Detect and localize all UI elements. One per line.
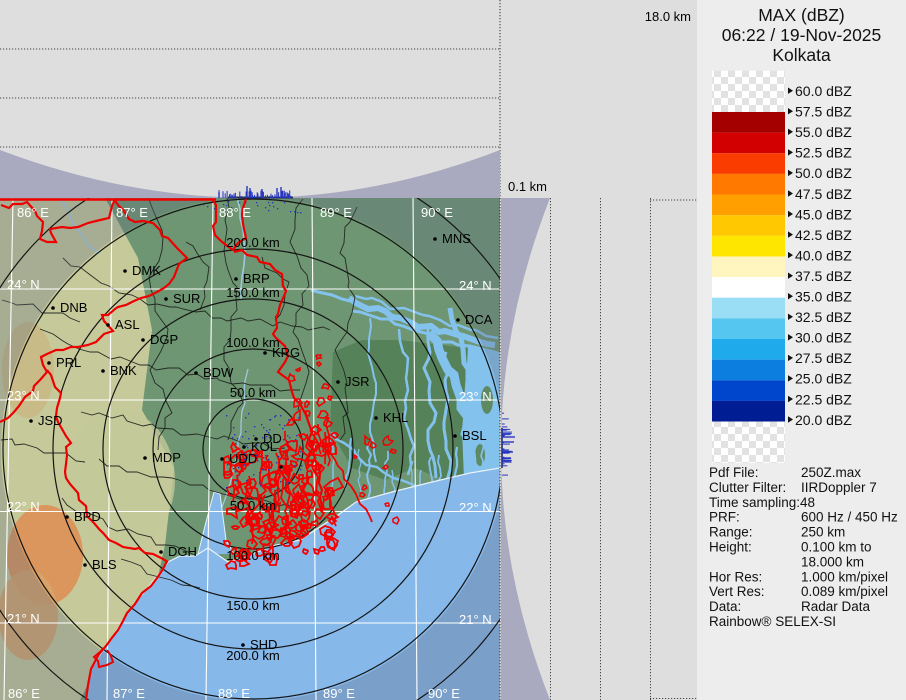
- svg-text:57.5 dBZ: 57.5 dBZ: [795, 104, 852, 120]
- svg-text:22° N: 22° N: [459, 500, 492, 515]
- svg-text:23° N: 23° N: [459, 389, 492, 404]
- svg-text:DNB: DNB: [60, 300, 87, 315]
- svg-text:0.1 km: 0.1 km: [508, 179, 547, 194]
- svg-text:24° N: 24° N: [459, 278, 492, 293]
- svg-text:600 Hz / 450 Hz: 600 Hz / 450 Hz: [801, 510, 898, 525]
- svg-text:Radar Data: Radar Data: [801, 599, 871, 614]
- svg-text:40.0 dBZ: 40.0 dBZ: [795, 247, 852, 263]
- svg-text:90° E: 90° E: [421, 205, 453, 220]
- svg-text:JSR: JSR: [345, 374, 370, 389]
- svg-text:250 km: 250 km: [801, 525, 845, 540]
- svg-text:22° N: 22° N: [7, 499, 40, 514]
- svg-text:BNK: BNK: [110, 363, 137, 378]
- svg-text:PRF:: PRF:: [709, 510, 740, 525]
- svg-text:86° E: 86° E: [8, 686, 40, 700]
- svg-text:87° E: 87° E: [113, 686, 145, 700]
- svg-text:250Z.max: 250Z.max: [801, 465, 861, 480]
- svg-text:PRL: PRL: [56, 355, 81, 370]
- svg-text:45.0 dBZ: 45.0 dBZ: [795, 206, 852, 222]
- svg-text:30.0 dBZ: 30.0 dBZ: [795, 330, 852, 346]
- svg-text:24° N: 24° N: [7, 277, 40, 292]
- svg-text:DMK: DMK: [132, 263, 161, 278]
- svg-text:BPD: BPD: [74, 509, 101, 524]
- svg-text:35.0 dBZ: 35.0 dBZ: [795, 289, 852, 305]
- svg-text:Clutter Filter:: Clutter Filter:: [709, 480, 786, 495]
- svg-text:KHL: KHL: [383, 410, 408, 425]
- svg-text:87° E: 87° E: [116, 205, 148, 220]
- svg-text:JSD: JSD: [38, 413, 63, 428]
- svg-text:55.0 dBZ: 55.0 dBZ: [795, 124, 852, 140]
- svg-text:06:22 / 19-Nov-2025: 06:22 / 19-Nov-2025: [722, 25, 882, 45]
- svg-text:DCA: DCA: [465, 312, 493, 327]
- svg-text:25.0 dBZ: 25.0 dBZ: [795, 371, 852, 387]
- svg-text:BRP: BRP: [243, 271, 270, 286]
- svg-text:200.0 km: 200.0 km: [226, 235, 279, 250]
- svg-text:BSL: BSL: [462, 428, 487, 443]
- svg-text:BDW: BDW: [203, 365, 234, 380]
- svg-text:Time sampling:48: Time sampling:48: [709, 495, 815, 510]
- svg-text:DGP: DGP: [150, 332, 178, 347]
- svg-text:0.100 km to: 0.100 km to: [801, 540, 872, 555]
- svg-text:Vert Res:: Vert Res:: [709, 584, 765, 599]
- svg-text:52.5 dBZ: 52.5 dBZ: [795, 145, 852, 161]
- svg-text:37.5 dBZ: 37.5 dBZ: [795, 268, 852, 284]
- svg-text:BLS: BLS: [92, 557, 117, 572]
- svg-text:Range:: Range:: [709, 525, 753, 540]
- svg-text:Rainbow® SELEX-SI: Rainbow® SELEX-SI: [709, 614, 836, 629]
- svg-text:Kolkata: Kolkata: [772, 45, 831, 65]
- svg-text:150.0 km: 150.0 km: [226, 285, 279, 300]
- svg-text:MAX (dBZ): MAX (dBZ): [758, 5, 845, 25]
- svg-text:18.000 km: 18.000 km: [801, 554, 864, 569]
- svg-text:UDD: UDD: [229, 451, 257, 466]
- svg-text:88° E: 88° E: [218, 686, 250, 700]
- svg-text:21° N: 21° N: [7, 611, 40, 626]
- svg-text:32.5 dBZ: 32.5 dBZ: [795, 309, 852, 325]
- svg-text:IIRDoppler 7: IIRDoppler 7: [801, 480, 877, 495]
- svg-text:Data:: Data:: [709, 599, 741, 614]
- svg-text:KRG: KRG: [272, 345, 300, 360]
- svg-text:50.0 km: 50.0 km: [230, 385, 276, 400]
- svg-text:DGH: DGH: [168, 544, 197, 559]
- svg-text:27.5 dBZ: 27.5 dBZ: [795, 350, 852, 366]
- svg-text:MNS: MNS: [442, 231, 471, 246]
- svg-text:SHD: SHD: [250, 637, 277, 652]
- svg-text:Hor Res:: Hor Res:: [709, 569, 762, 584]
- svg-text:50.0 km: 50.0 km: [230, 498, 276, 513]
- svg-text:60.0 dBZ: 60.0 dBZ: [795, 83, 852, 99]
- svg-text:Pdf File:: Pdf File:: [709, 465, 759, 480]
- svg-text:1.000 km/pixel: 1.000 km/pixel: [801, 569, 888, 584]
- svg-text:89° E: 89° E: [320, 205, 352, 220]
- svg-text:89° E: 89° E: [323, 686, 355, 700]
- svg-text:47.5 dBZ: 47.5 dBZ: [795, 186, 852, 202]
- svg-text:100.0 km: 100.0 km: [226, 548, 279, 563]
- svg-text:0.089 km/pixel: 0.089 km/pixel: [801, 584, 888, 599]
- svg-text:90° E: 90° E: [428, 686, 460, 700]
- svg-text:20.0 dBZ: 20.0 dBZ: [795, 412, 852, 428]
- svg-text:22.5 dBZ: 22.5 dBZ: [795, 391, 852, 407]
- svg-text:ASL: ASL: [115, 317, 140, 332]
- svg-text:86° E: 86° E: [17, 205, 49, 220]
- svg-text:23° N: 23° N: [7, 388, 40, 403]
- svg-text:Height:: Height:: [709, 540, 752, 555]
- svg-text:50.0 dBZ: 50.0 dBZ: [795, 165, 852, 181]
- svg-text:SUR: SUR: [173, 291, 200, 306]
- svg-text:MDP: MDP: [152, 450, 181, 465]
- svg-text:18.0 km: 18.0 km: [645, 9, 691, 24]
- svg-text:88° E: 88° E: [219, 205, 251, 220]
- svg-text:21° N: 21° N: [459, 612, 492, 627]
- svg-text:150.0 km: 150.0 km: [226, 598, 279, 613]
- svg-text:42.5 dBZ: 42.5 dBZ: [795, 227, 852, 243]
